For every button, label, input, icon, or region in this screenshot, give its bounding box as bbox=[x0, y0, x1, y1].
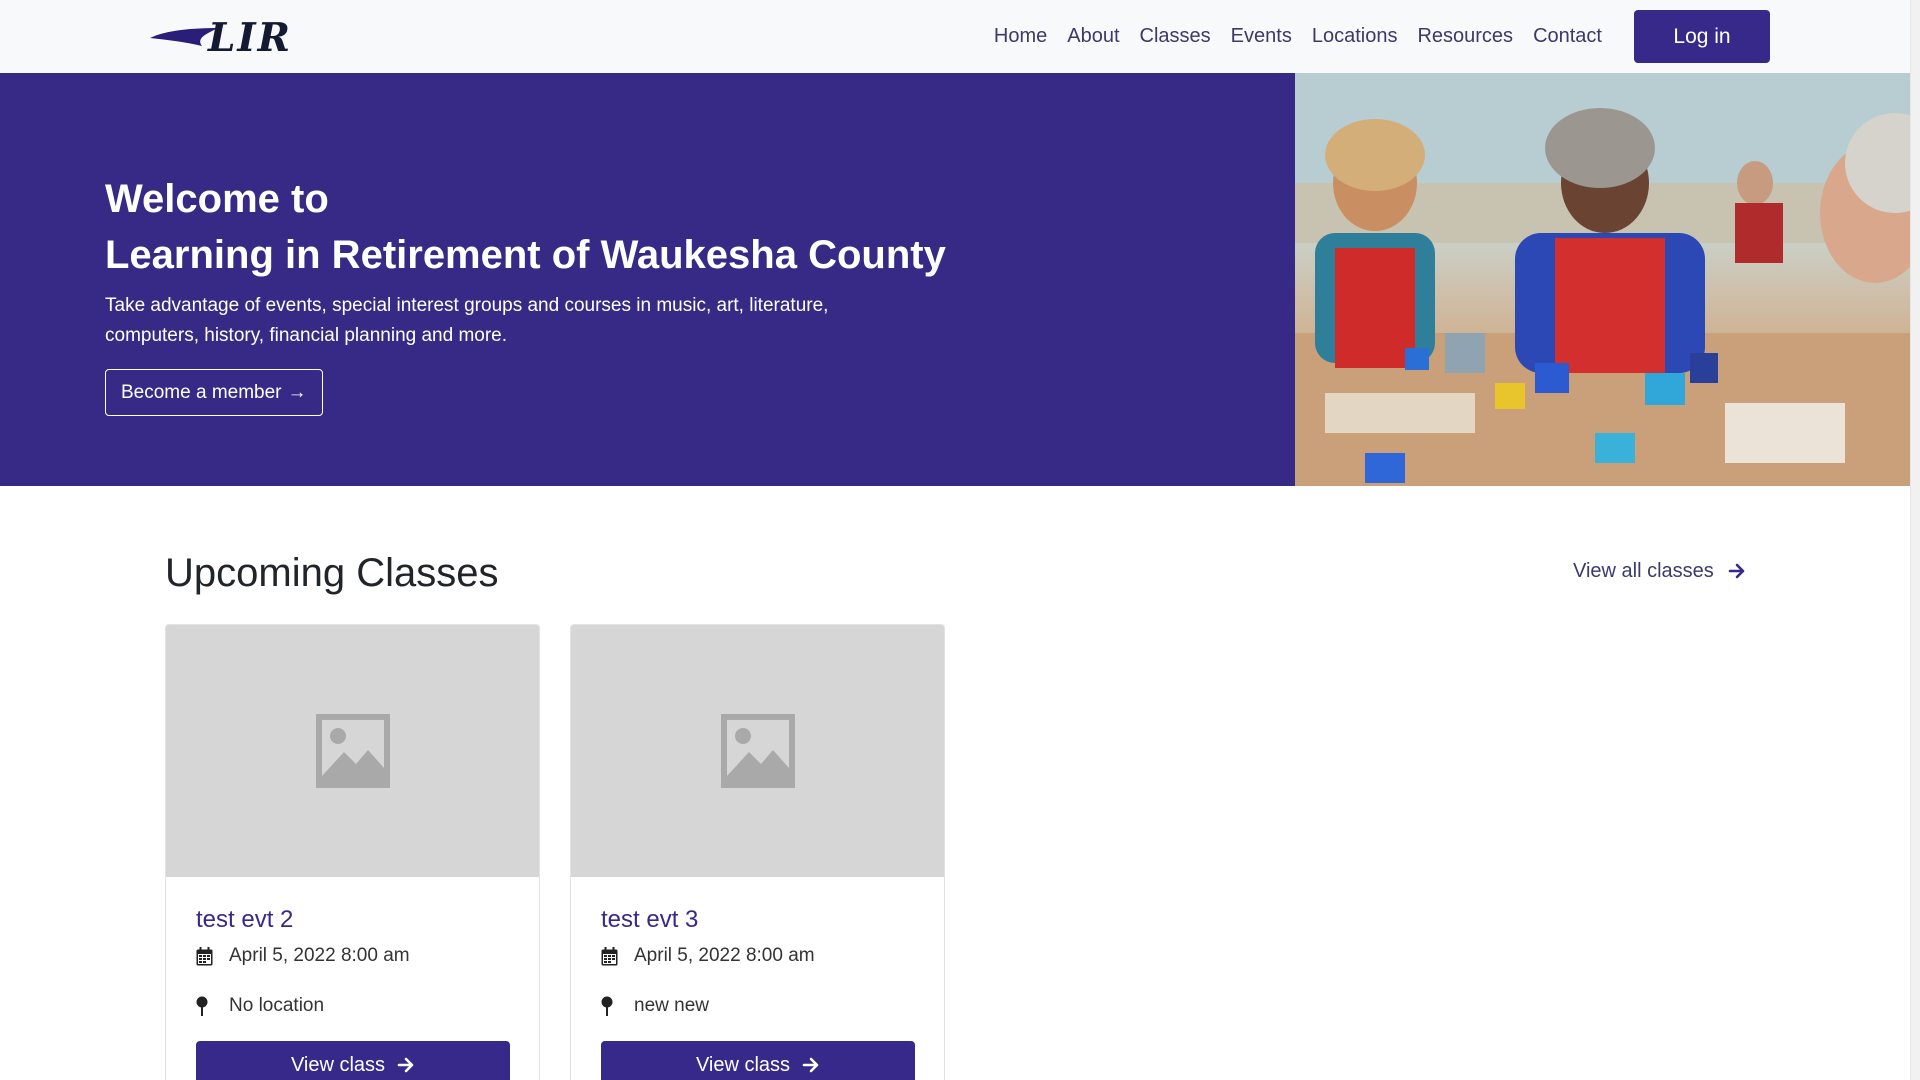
site-logo[interactable]: LIR bbox=[146, 16, 296, 60]
calendar-icon bbox=[196, 946, 216, 966]
map-pin-icon bbox=[601, 996, 621, 1016]
hero-photo-seniors-painting bbox=[1295, 73, 1920, 486]
map-pin-icon bbox=[196, 996, 216, 1016]
hero-description: Take advantage of events, special intere… bbox=[105, 295, 829, 346]
arrow-right-icon bbox=[397, 1056, 415, 1074]
view-class-button[interactable]: View class bbox=[196, 1041, 510, 1080]
class-card-location: new new bbox=[634, 995, 709, 1016]
class-card-location-row: new new bbox=[601, 993, 914, 1019]
nav-classes[interactable]: Classes bbox=[1130, 25, 1221, 48]
nav-locations[interactable]: Locations bbox=[1302, 25, 1408, 48]
nav-home[interactable]: Home bbox=[984, 25, 1057, 48]
become-member-label: Become a member bbox=[121, 381, 282, 403]
view-class-label: View class bbox=[695, 1053, 791, 1076]
arrow-right-icon bbox=[802, 1056, 820, 1074]
navbar: LIR Home About Classes Events Locations … bbox=[0, 0, 1920, 73]
nav-links: Home About Classes Events Locations Reso… bbox=[984, 0, 1612, 73]
class-card-location-row: No location bbox=[196, 993, 509, 1019]
nav-resources[interactable]: Resources bbox=[1407, 25, 1523, 48]
class-card-date: April 5, 2022 8:00 am bbox=[634, 945, 815, 966]
view-class-button[interactable]: View class bbox=[601, 1041, 915, 1080]
hero-title: Learning in Retirement of Waukesha Count… bbox=[105, 233, 946, 277]
nav-about[interactable]: About bbox=[1057, 25, 1129, 48]
view-class-label: View class bbox=[290, 1053, 386, 1076]
class-card: test evt 2 April 5, 2022 8:00 am No loca… bbox=[165, 624, 540, 1080]
nav-contact[interactable]: Contact bbox=[1523, 25, 1612, 48]
arrow-right-icon: → bbox=[287, 381, 307, 403]
arrow-right-icon bbox=[1728, 562, 1746, 580]
view-all-classes-label: View all classes bbox=[1573, 559, 1714, 582]
view-all-classes-link[interactable]: View all classes bbox=[1573, 556, 1746, 586]
class-card-title[interactable]: test evt 2 bbox=[196, 905, 509, 935]
image-placeholder-icon bbox=[721, 714, 795, 788]
become-member-button[interactable]: Become a member → bbox=[105, 369, 323, 416]
nav-events[interactable]: Events bbox=[1221, 25, 1302, 48]
class-card-date-row: April 5, 2022 8:00 am bbox=[196, 943, 509, 969]
class-card: test evt 3 April 5, 2022 8:00 am new new… bbox=[570, 624, 945, 1080]
upcoming-classes-heading: Upcoming Classes bbox=[165, 551, 499, 595]
hero-welcome: Welcome to bbox=[105, 177, 329, 221]
class-card-date: April 5, 2022 8:00 am bbox=[229, 945, 410, 966]
class-card-date-row: April 5, 2022 8:00 am bbox=[601, 943, 914, 969]
class-card-location: No location bbox=[229, 995, 325, 1016]
calendar-icon bbox=[601, 946, 621, 966]
class-card-image bbox=[571, 625, 944, 877]
logo-text: LIR bbox=[208, 15, 293, 61]
page-scrollbar[interactable] bbox=[1910, 0, 1920, 1080]
image-placeholder-icon bbox=[316, 714, 390, 788]
class-card-title[interactable]: test evt 3 bbox=[601, 905, 914, 935]
hero-banner: Welcome to Learning in Retirement of Wau… bbox=[0, 73, 1920, 486]
hero-content: Welcome to Learning in Retirement of Wau… bbox=[105, 173, 1205, 416]
class-card-image bbox=[166, 625, 539, 877]
login-button[interactable]: Log in bbox=[1634, 10, 1770, 63]
